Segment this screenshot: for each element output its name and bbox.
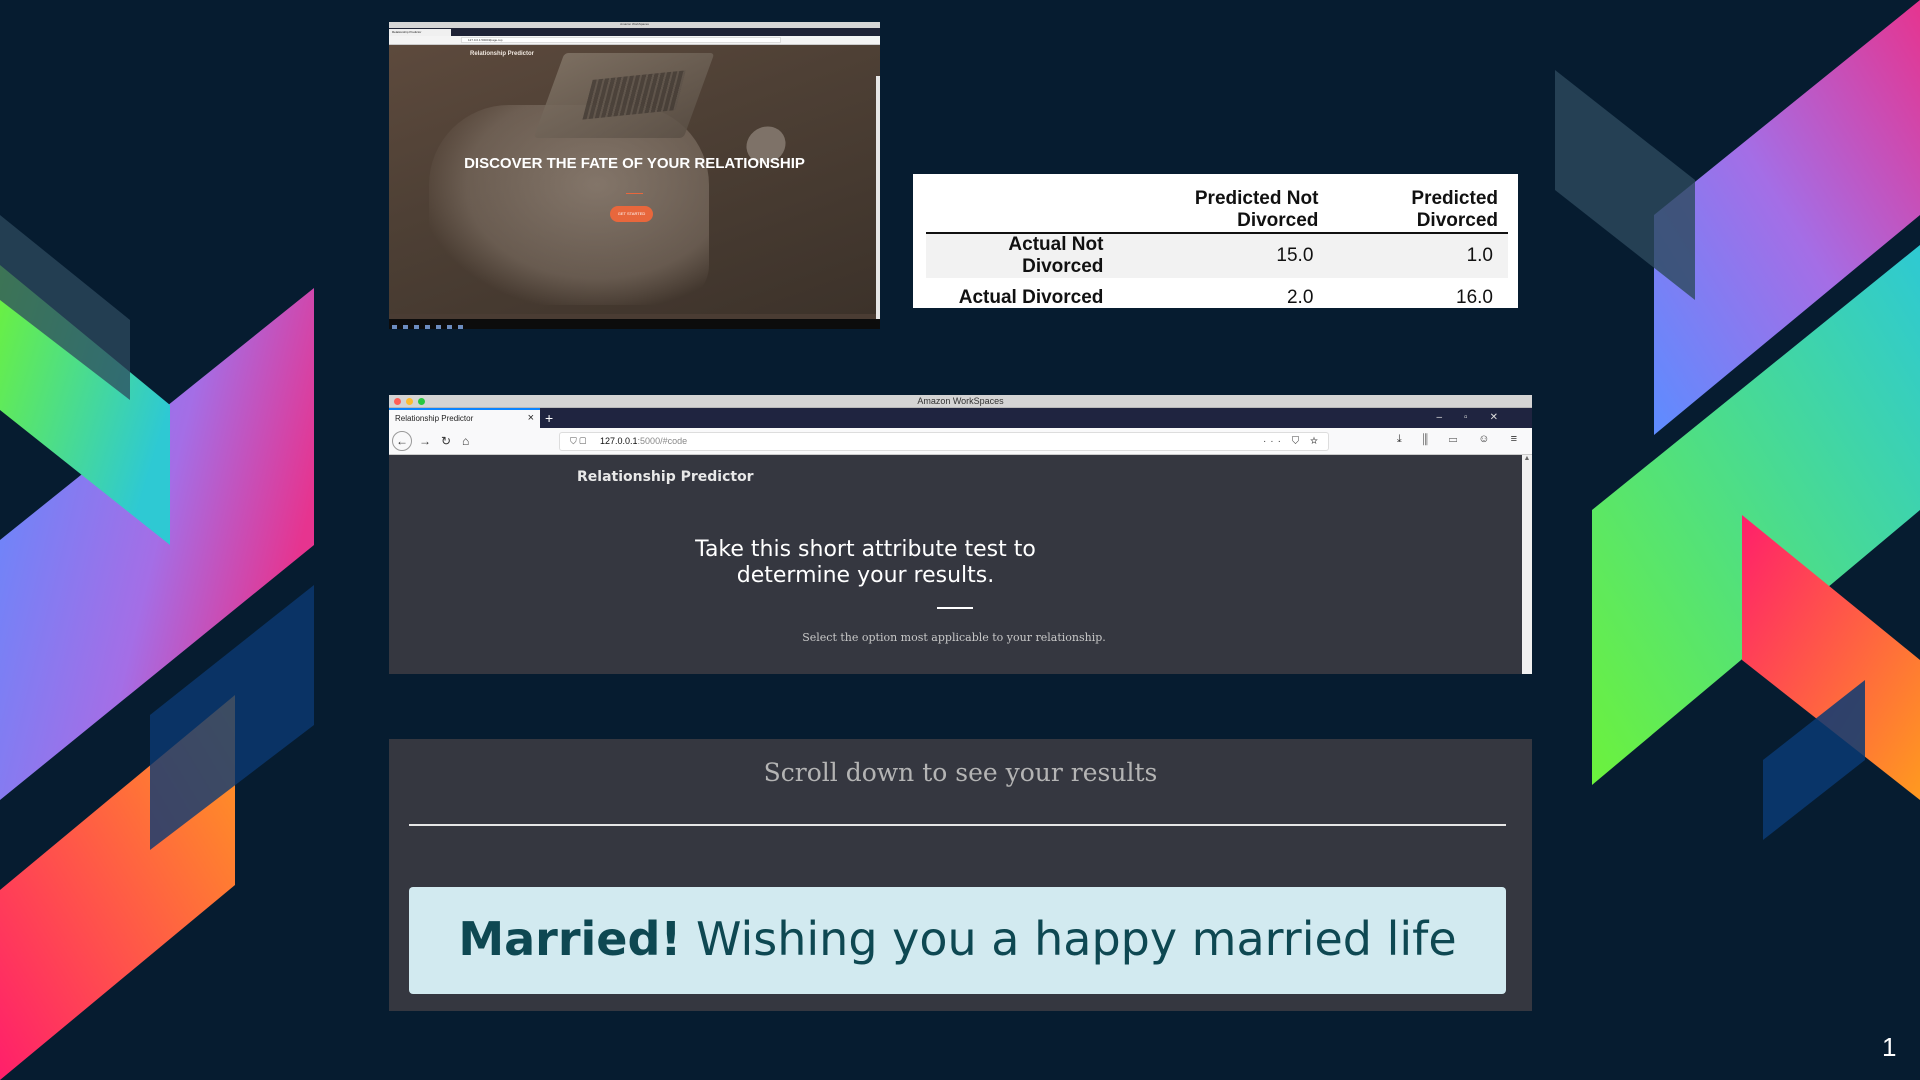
table-row: Actual Divorced 2.0 16.0 [926,278,1508,318]
hero-section: Relationship Predictor DISCOVER THE FATE… [389,45,880,329]
vscode-icon[interactable] [436,325,441,329]
forward-button[interactable]: → [419,434,431,448]
new-tab-button[interactable]: + [545,408,553,428]
row-header: Actual Not Divorced [1008,234,1104,277]
bookmark-star-icon[interactable]: ☆ [1310,436,1322,447]
table-cell: 1.0 [1466,245,1493,266]
scroll-prompt: Scroll down to see your results [763,758,1158,787]
page-actions[interactable]: ··· ⛉ ☆ [1263,433,1322,450]
start-icon[interactable] [392,325,397,329]
result-message: Wishing you a happy married life [696,912,1457,966]
back-button[interactable]: ← [392,431,412,451]
shield-icon[interactable]: ⛉ ▢ [570,433,586,450]
reload-button[interactable]: ↻ [441,434,451,448]
browser-window: Amazon WorkSpaces Relationship Predictor… [389,395,1532,674]
window-title: Amazon WorkSpaces [620,22,649,26]
get-started-button[interactable]: GET STARTED [610,206,653,222]
url-field[interactable]: 127.0.0.1:5000/#page-top [461,37,781,43]
brand-logo[interactable]: Relationship Predictor [577,469,754,485]
vertical-scrollbar[interactable] [876,76,880,329]
page-subtext: Select the option most applicable to you… [802,631,1106,644]
hero-headline: DISCOVER THE FATE OF YOUR RELATIONSHIP [464,155,805,172]
table-cell: 2.0 [1286,287,1314,308]
headline-divider [626,193,643,194]
table-cell: 16.0 [1456,287,1493,308]
toolbar-icons[interactable]: ⤓ ⫼ ▭ ☺ ≡ [1397,433,1526,446]
result-banner: Married! Wishing you a happy married lif… [409,887,1506,994]
row-header: Actual Divorced [958,287,1104,308]
window-controls[interactable]: –▫✕ [1437,408,1521,428]
scroll-up-icon[interactable]: ▲ [1522,455,1532,462]
search-icon[interactable] [403,325,408,329]
table-cell: 15.0 [1276,245,1314,266]
explorer-icon[interactable] [425,325,430,329]
page-heading: Take this short attribute test to determ… [695,537,1036,588]
url-path: :5000/#code [637,436,688,446]
tab-bar: Relationship Predictor × + –▫✕ [389,408,1532,428]
nav-bar: 127.0.0.1:5000/#page-top [389,36,880,45]
window-title: Amazon WorkSpaces [917,396,1004,406]
home-button[interactable]: ⌂ [462,434,469,448]
heading-divider [937,607,973,609]
page-content: Relationship Predictor Take this short a… [389,455,1532,673]
taskview-icon[interactable] [414,325,419,329]
url-host: 127.0.0.1 [600,436,638,446]
tab-relationship-predictor[interactable]: Relationship Predictor [389,29,451,36]
windows-taskbar [389,319,880,329]
url-bar[interactable]: ⛉ ▢ 127.0.0.1:5000/#code ··· ⛉ ☆ [559,432,1329,451]
navigation-bar: ← → ↻ ⌂ ⛉ ▢ 127.0.0.1:5000/#code ··· ⛉ ☆… [389,428,1532,455]
app-icon[interactable] [458,325,463,329]
vertical-scrollbar[interactable]: ▲ [1522,455,1532,674]
tab-label: Relationship Predictor [395,414,474,423]
brand-logo[interactable]: Relationship Predictor [470,51,534,57]
tab-relationship-predictor[interactable]: Relationship Predictor × [389,408,540,428]
confusion-matrix: Predicted Not Divorced Predicted Divorce… [913,174,1518,308]
window-titlebar: Amazon WorkSpaces [389,395,1532,408]
tab-bar: Relationship Predictor [389,28,880,36]
landing-page-screenshot: Amazon WorkSpaces Relationship Predictor… [389,22,880,329]
firefox-icon[interactable] [447,325,452,329]
results-divider [409,824,1506,826]
column-header: Predicted Not Divorced [1113,188,1329,234]
results-panel: Scroll down to see your results Married!… [389,739,1532,1011]
pocket-icon[interactable]: ⛉ [1292,436,1304,447]
close-tab-icon[interactable]: × [528,410,534,427]
table-row: Actual Not Divorced 15.0 1.0 [926,233,1508,278]
confusion-matrix-table: Predicted Not Divorced Predicted Divorce… [926,188,1508,318]
slide-number: 1 [1882,1032,1897,1062]
more-actions-icon[interactable]: ··· [1263,436,1285,447]
result-status: Married! [458,912,682,966]
column-header: Predicted Divorced [1328,188,1508,234]
corner-cell [926,188,1114,234]
